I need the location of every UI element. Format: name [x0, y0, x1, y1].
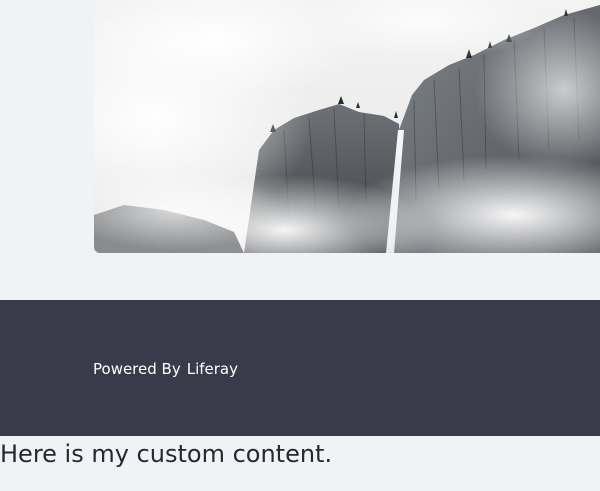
liferay-link[interactable]: Liferay — [187, 360, 238, 378]
footer — [0, 300, 600, 436]
mountain-landscape-image — [94, 0, 600, 253]
custom-content-text: Here is my custom content. — [0, 440, 333, 468]
hero-section — [0, 0, 600, 300]
hero-image — [94, 0, 600, 253]
powered-by-text: Powered By Liferay — [93, 359, 238, 379]
powered-by-label: Powered By — [93, 360, 181, 378]
